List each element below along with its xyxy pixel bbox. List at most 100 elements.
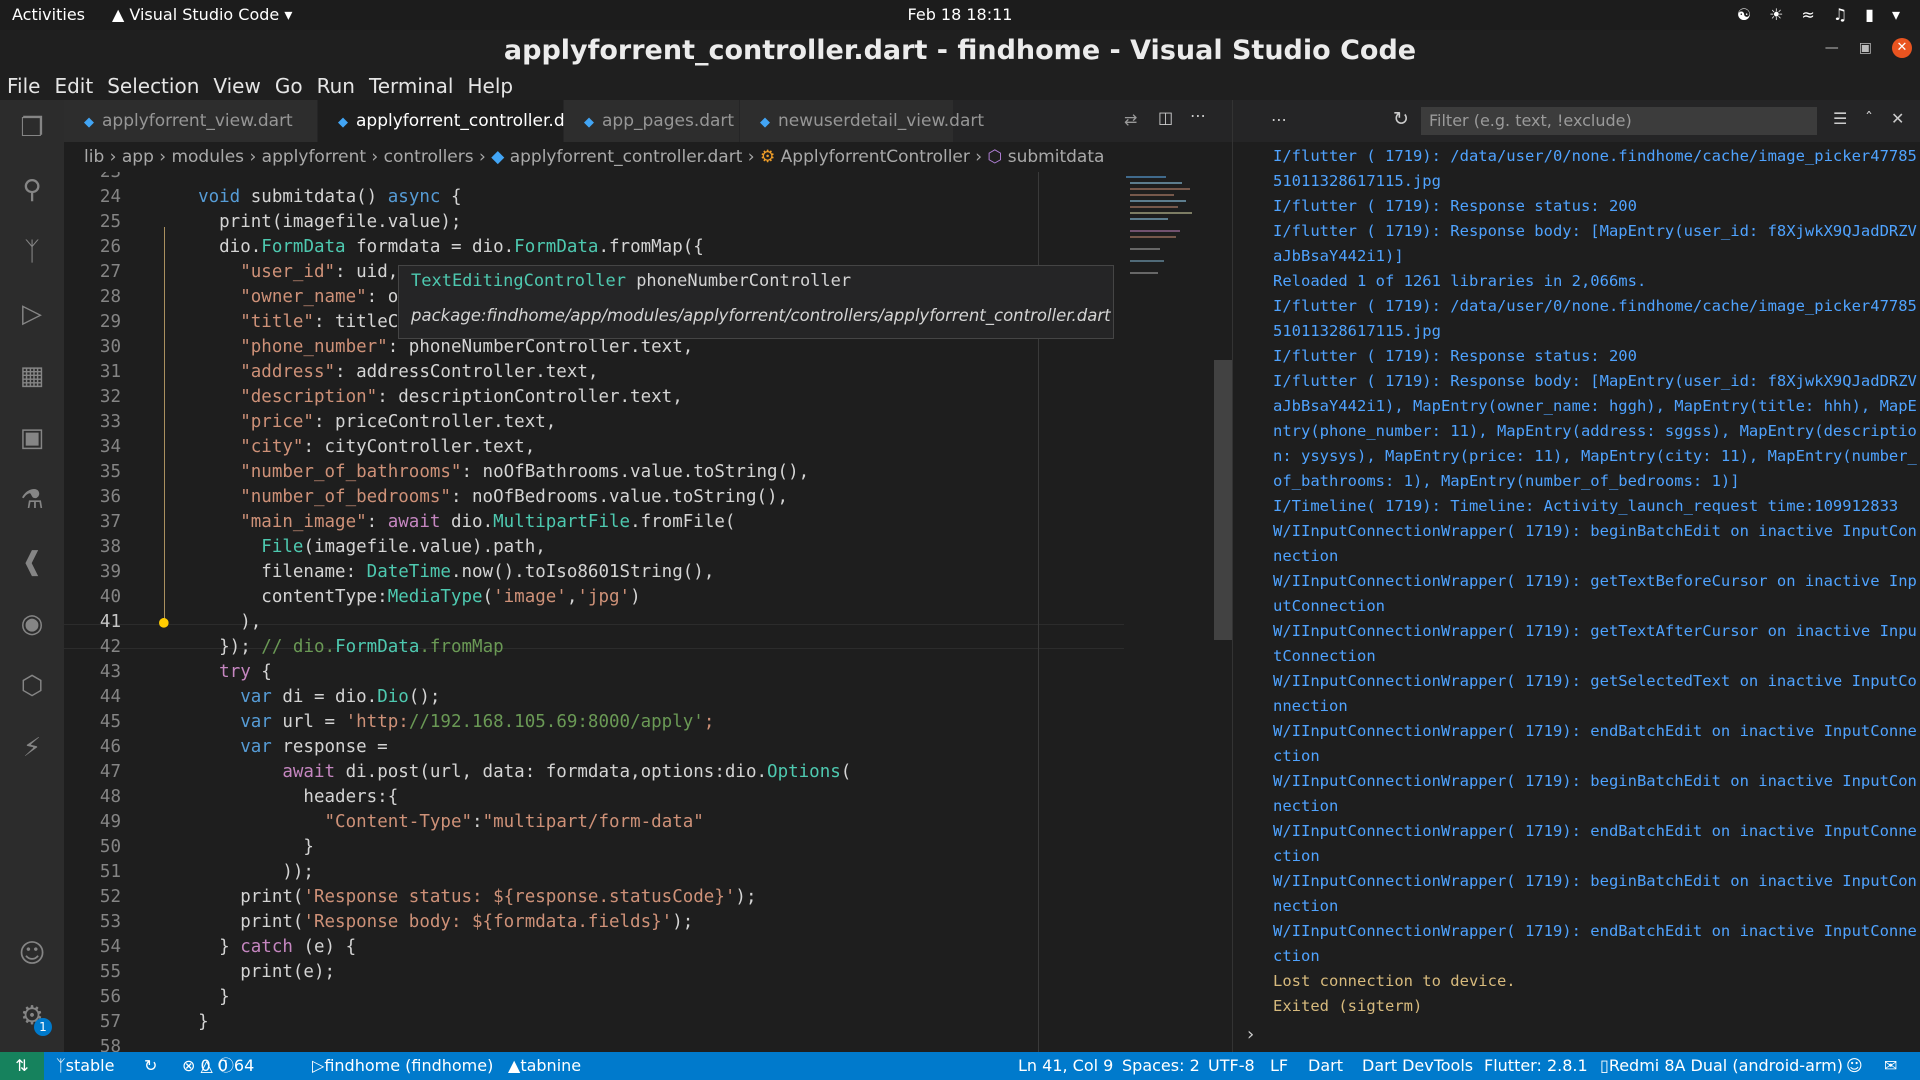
testing-icon[interactable]: ⚗ [14, 482, 50, 518]
line-number: 30 [99, 337, 121, 357]
editor-scrollbar[interactable] [1214, 360, 1232, 640]
hover-package: package:findhome/app/modules/applyforren… [411, 306, 1111, 325]
eol-status[interactable]: LF [1270, 1052, 1288, 1080]
class-icon: ⚙ [760, 147, 776, 167]
crumb-lib[interactable]: lib [84, 147, 104, 167]
source-control-icon[interactable]: ᛉ [14, 234, 50, 270]
wifi-icon[interactable]: ≈ [1801, 5, 1814, 24]
flutter-icon[interactable]: ❰ [14, 544, 50, 580]
console-line: W/IInputConnectionWrapper( 1719): endBat… [1273, 722, 1917, 740]
minimap-preview [1126, 176, 1192, 274]
restore-icon[interactable]: ▣ [1859, 40, 1872, 56]
search-icon[interactable]: ⚲ [14, 172, 50, 208]
line-number: 45 [99, 712, 121, 732]
tab-app-pages[interactable]: ◆ app_pages.dart [564, 100, 740, 142]
more-actions-icon[interactable]: ⋯ [1190, 106, 1206, 125]
console-line: utConnection [1273, 597, 1385, 615]
debug-console-panel: ⋯ ↻ Filter (e.g. text, !exclude) ☰ ˆ ✕ I… [1232, 100, 1920, 1052]
console-line: Lost connection to device. [1273, 972, 1516, 990]
console-line: I/flutter ( 1719): Response status: 200 [1273, 347, 1637, 365]
hover-type: TextEditingController [411, 271, 626, 291]
brightness-icon[interactable]: ☀ [1769, 5, 1783, 24]
panel-more-icon[interactable]: ⋯ [1271, 110, 1287, 129]
maximize-panel-icon[interactable]: ˆ [1865, 109, 1873, 128]
menu-selection[interactable]: Selection [100, 72, 206, 100]
menu-go[interactable]: Go [268, 72, 310, 100]
account-icon[interactable]: ☺ [14, 936, 50, 972]
device-status[interactable]: ▯ Redmi 8A Dual (android-arm) [1600, 1052, 1843, 1080]
docker-icon[interactable]: ⬡ [14, 668, 50, 704]
volume-icon[interactable]: ♫ [1833, 5, 1847, 24]
dart-file-icon: ◆ [338, 115, 348, 130]
battery-icon[interactable]: ▮ [1865, 5, 1874, 24]
problems-status[interactable]: ⊗ 0 △ 0 ⓘ 64 [182, 1052, 254, 1080]
tab-applyforrent-controller[interactable]: ◆applyforrent_controller.dart✕ [318, 100, 613, 142]
lightbulb-icon[interactable]: ● [159, 612, 169, 631]
minimize-icon[interactable]: — [1825, 40, 1839, 56]
code-line: print('Response body: ${formdata.fields}… [177, 912, 694, 932]
encoding-status[interactable]: UTF-8 [1208, 1052, 1255, 1080]
crumb-file[interactable]: applyforrent_controller.dart [510, 147, 743, 167]
flutter-version-status[interactable]: Flutter: 2.8.1 [1484, 1052, 1588, 1080]
line-number: 28 [99, 287, 121, 307]
line-number: 58 [99, 1037, 121, 1052]
split-editor-icon[interactable]: ◫ [1158, 108, 1173, 127]
remote-icon[interactable]: ⇅ [0, 1052, 44, 1080]
remote-explorer-icon[interactable]: ▣ [14, 420, 50, 456]
menu-edit[interactable]: Edit [47, 72, 100, 100]
crumb-class[interactable]: ApplyforrentController [781, 147, 970, 167]
tabnine-status[interactable]: ▲ tabnine [508, 1052, 581, 1080]
branch-status[interactable]: ᛉ stable [56, 1052, 114, 1080]
crumb-modules[interactable]: modules [171, 147, 244, 167]
code-line: "number_of_bedrooms": noOfBedrooms.value… [240, 487, 789, 507]
crumb-applyforrent[interactable]: applyforrent [262, 147, 366, 167]
clear-console-icon[interactable]: ☰ [1833, 109, 1847, 128]
line-number: 25 [99, 212, 121, 232]
crumb-app[interactable]: app [122, 147, 154, 167]
system-tray[interactable]: ☯ ☀ ≈ ♫ ▮ ▾ [1737, 5, 1900, 24]
line-number: 39 [99, 562, 121, 582]
run-debug-icon[interactable]: ▷ [14, 296, 50, 332]
close-panel-icon[interactable]: ✕ [1891, 109, 1904, 128]
console-line: nnection [1273, 697, 1348, 715]
dart-file-icon: ◆ [760, 115, 770, 130]
indentation-status[interactable]: Spaces: 2 [1122, 1052, 1200, 1080]
console-line: Exited (sigterm) [1273, 997, 1423, 1015]
refresh-icon[interactable]: ↻ [1393, 108, 1409, 130]
devtools-status[interactable]: Dart DevTools [1362, 1052, 1473, 1080]
extensions-icon[interactable]: ▦ [14, 358, 50, 394]
cursor-position[interactable]: Ln 41, Col 9 [1018, 1052, 1113, 1080]
minimap[interactable] [1124, 172, 1214, 322]
tray-menu-chevron-icon[interactable]: ▾ [1892, 5, 1900, 24]
warnings-count: 0 [217, 1056, 229, 1075]
menu-help[interactable]: Help [460, 72, 520, 100]
tab-newuserdetail-view[interactable]: ◆ newuserdetail_view.dart [740, 100, 984, 142]
tab-applyforrent-view[interactable]: ◆ applyforrent_view.dart [64, 100, 318, 142]
crumb-controllers[interactable]: controllers [384, 147, 474, 167]
menu-run[interactable]: Run [310, 72, 362, 100]
console-line: W/IInputConnectionWrapper( 1719): endBat… [1273, 922, 1917, 940]
menu-file[interactable]: File [0, 72, 47, 100]
filter-input[interactable]: Filter (e.g. text, !exclude) [1421, 107, 1817, 135]
menu-view[interactable]: View [206, 72, 267, 100]
open-changes-icon[interactable]: ⇄ [1124, 110, 1137, 129]
crumb-method[interactable]: submitdata [1008, 147, 1105, 167]
explorer-icon[interactable]: ❐ [14, 110, 50, 146]
console-line: aJbBsaY442i1), MapEntry(owner_name: hggh… [1273, 397, 1917, 415]
line-number: 43 [99, 662, 121, 682]
clock[interactable]: Feb 18 18:11 [0, 5, 1920, 24]
accessibility-icon[interactable]: ☯ [1737, 5, 1751, 24]
console-prompt-icon[interactable]: › [1247, 1024, 1254, 1045]
feedback-icon[interactable]: ☺ [1846, 1052, 1863, 1080]
sync-icon[interactable]: ↻ [144, 1052, 157, 1080]
console-output[interactable]: I/flutter ( 1719): /data/user/0/none.fin… [1273, 144, 1917, 1019]
close-window-icon[interactable]: ✕ [1892, 38, 1912, 58]
line-number: 47 [99, 762, 121, 782]
line-number: 34 [99, 437, 121, 457]
notifications-icon[interactable]: ✉ [1884, 1052, 1897, 1080]
language-status[interactable]: Dart [1308, 1052, 1343, 1080]
project-status[interactable]: ▷ findhome (findhome) [312, 1052, 493, 1080]
lightning-icon[interactable]: ⚡ [14, 730, 50, 766]
menu-terminal[interactable]: Terminal [362, 72, 461, 100]
github-icon[interactable]: ◉ [14, 606, 50, 642]
